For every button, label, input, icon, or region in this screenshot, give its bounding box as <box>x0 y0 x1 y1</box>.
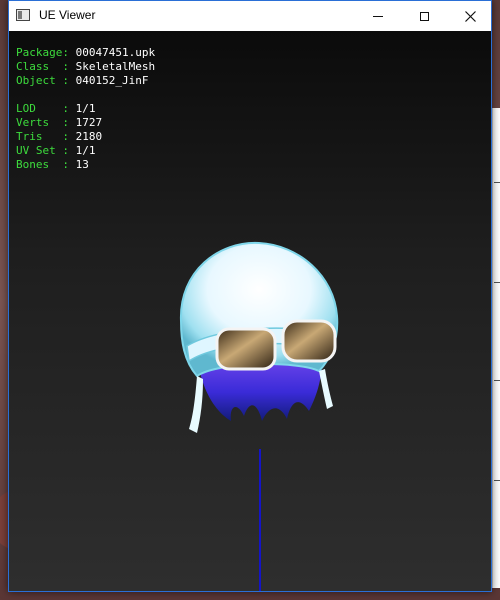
panel-tick <box>494 282 500 283</box>
close-button[interactable] <box>447 1 493 31</box>
panel-tick <box>494 380 500 381</box>
window-title: UE Viewer <box>39 8 96 22</box>
info-object: Object : 040152_JinF <box>16 74 149 87</box>
mesh-goggle-left <box>215 327 277 371</box>
mesh-strap-right <box>319 369 333 409</box>
axis-line <box>259 449 261 591</box>
info-package: Package: 00047451.upk <box>16 46 156 59</box>
info-uvset: UV Set : 1/1 <box>16 144 96 157</box>
3d-viewport[interactable]: Package: 00047451.upk Class : SkeletalMe… <box>9 31 491 591</box>
info-class: Class : SkeletalMesh <box>16 60 156 73</box>
info-bones: Bones : 13 <box>16 158 89 171</box>
mesh-goggle-right <box>281 319 337 363</box>
background-app-panel <box>492 108 500 588</box>
panel-tick <box>494 182 500 183</box>
minimize-icon <box>373 15 383 17</box>
minimize-button[interactable] <box>355 1 401 31</box>
ue-viewer-window: UE Viewer Package: 00047451.upk Class : … <box>8 0 492 592</box>
info-verts: Verts : 1727 <box>16 116 103 129</box>
maximize-button[interactable] <box>401 1 447 31</box>
close-icon <box>464 10 476 22</box>
mesh-strap-left <box>189 376 203 433</box>
title-bar[interactable]: UE Viewer <box>9 1 491 31</box>
maximize-icon <box>419 11 429 21</box>
info-tris: Tris : 2180 <box>16 130 103 143</box>
info-lod: LOD : 1/1 <box>16 102 96 115</box>
panel-tick <box>494 480 500 481</box>
mesh-model[interactable] <box>159 211 359 441</box>
app-icon[interactable] <box>16 9 30 21</box>
